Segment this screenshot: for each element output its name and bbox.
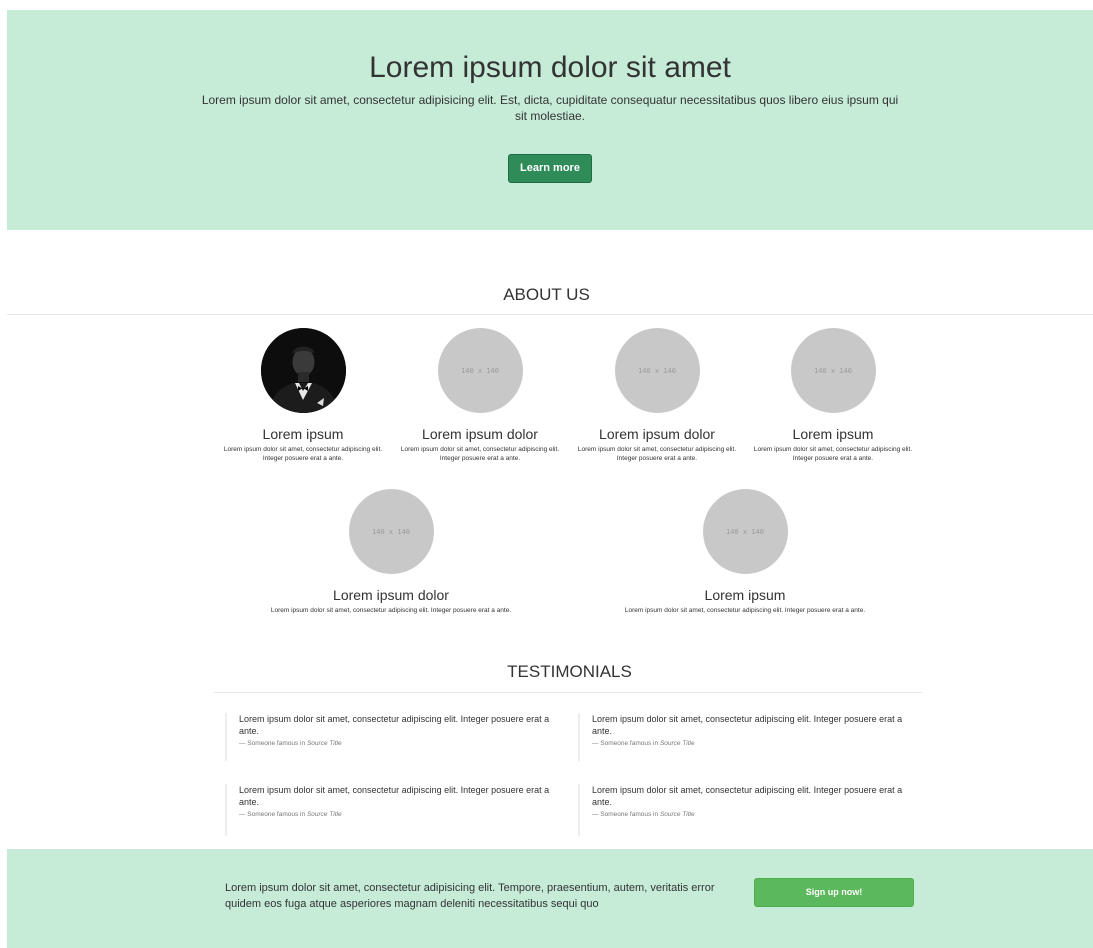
team-member: 140 x 140 Lorem ipsum dolor Lorem ipsum … (400, 328, 560, 463)
placeholder-image: 140 x 140 (437, 328, 523, 413)
signup-banner: Lorem ipsum dolor sit amet, consectetur … (7, 849, 1093, 948)
quote-text: Lorem ipsum dolor sit amet, consectetur … (239, 785, 550, 807)
team-member: 140 x 140 Lorem ipsum dolor Lorem ipsum … (577, 328, 737, 463)
member-name: Lorem ipsum (792, 426, 874, 442)
member-name: Lorem ipsum dolor (333, 587, 449, 603)
about-title: ABOUT US (503, 285, 590, 304)
member-name: Lorem ipsum (262, 426, 344, 442)
quote-text: Lorem ipsum dolor sit amet, consectetur … (239, 714, 550, 736)
member-bio: Lorem ipsum dolor sit amet, consectetur … (624, 607, 866, 614)
quote-author: — Someone famous in Source Title (592, 811, 695, 818)
member-bio: Lorem ipsum dolor sit amet, consectetur … (577, 446, 737, 462)
member-bio: Lorem ipsum dolor sit amet, consectetur … (400, 446, 560, 462)
quote-text: Lorem ipsum dolor sit amet, consectetur … (592, 785, 903, 807)
testimonial-quote: Lorem ipsum dolor sit amet, consectetur … (225, 784, 565, 836)
testimonial-quote: Lorem ipsum dolor sit amet, consectetur … (578, 713, 918, 761)
placeholder-image: 140 x 140 (348, 489, 434, 574)
hero-banner: Lorem ipsum dolor sit amet Lorem ipsum d… (7, 10, 1093, 230)
sign-up-button[interactable]: Sign up now! (754, 878, 914, 907)
hero-title: Lorem ipsum dolor sit amet (369, 51, 731, 84)
testimonials-divider (214, 692, 922, 693)
placeholder-image: 140 x 140 (614, 328, 700, 413)
testimonial-quote: Lorem ipsum dolor sit amet, consectetur … (225, 713, 565, 761)
learn-more-button[interactable]: Learn more (508, 154, 592, 183)
team-member: 140 x 140 Lorem ipsum Lorem ipsum dolor … (753, 328, 913, 463)
member-bio: Lorem ipsum dolor sit amet, consectetur … (753, 446, 913, 462)
avatar (260, 328, 346, 413)
about-divider (7, 314, 1093, 315)
member-name: Lorem ipsum (704, 587, 786, 603)
team-member: Lorem ipsum Lorem ipsum dolor sit amet, … (223, 328, 383, 463)
quote-text: Lorem ipsum dolor sit amet, consectetur … (592, 714, 903, 736)
person-in-tuxedo-photo (260, 328, 346, 413)
team-member: 140 x 140 Lorem ipsum dolor Lorem ipsum … (221, 489, 561, 615)
hero-text: Lorem ipsum dolor sit amet, consectetur … (201, 93, 899, 123)
testimonials-title: TESTIMONIALS (507, 662, 632, 681)
quote-author: — Someone famous in Source Title (592, 740, 695, 747)
member-bio: Lorem ipsum dolor sit amet, consectetur … (223, 446, 383, 462)
member-bio: Lorem ipsum dolor sit amet, consectetur … (270, 607, 512, 614)
placeholder-image: 140 x 140 (702, 489, 788, 574)
team-member: 140 x 140 Lorem ipsum Lorem ipsum dolor … (575, 489, 915, 615)
member-name: Lorem ipsum dolor (599, 426, 715, 442)
placeholder-image: 140 x 140 (790, 328, 876, 413)
quote-author: — Someone famous in Source Title (239, 740, 342, 747)
signup-text: Lorem ipsum dolor sit amet, consectetur … (225, 882, 715, 910)
member-name: Lorem ipsum dolor (422, 426, 538, 442)
quote-author: — Someone famous in Source Title (239, 811, 342, 818)
testimonial-quote: Lorem ipsum dolor sit amet, consectetur … (578, 784, 918, 836)
